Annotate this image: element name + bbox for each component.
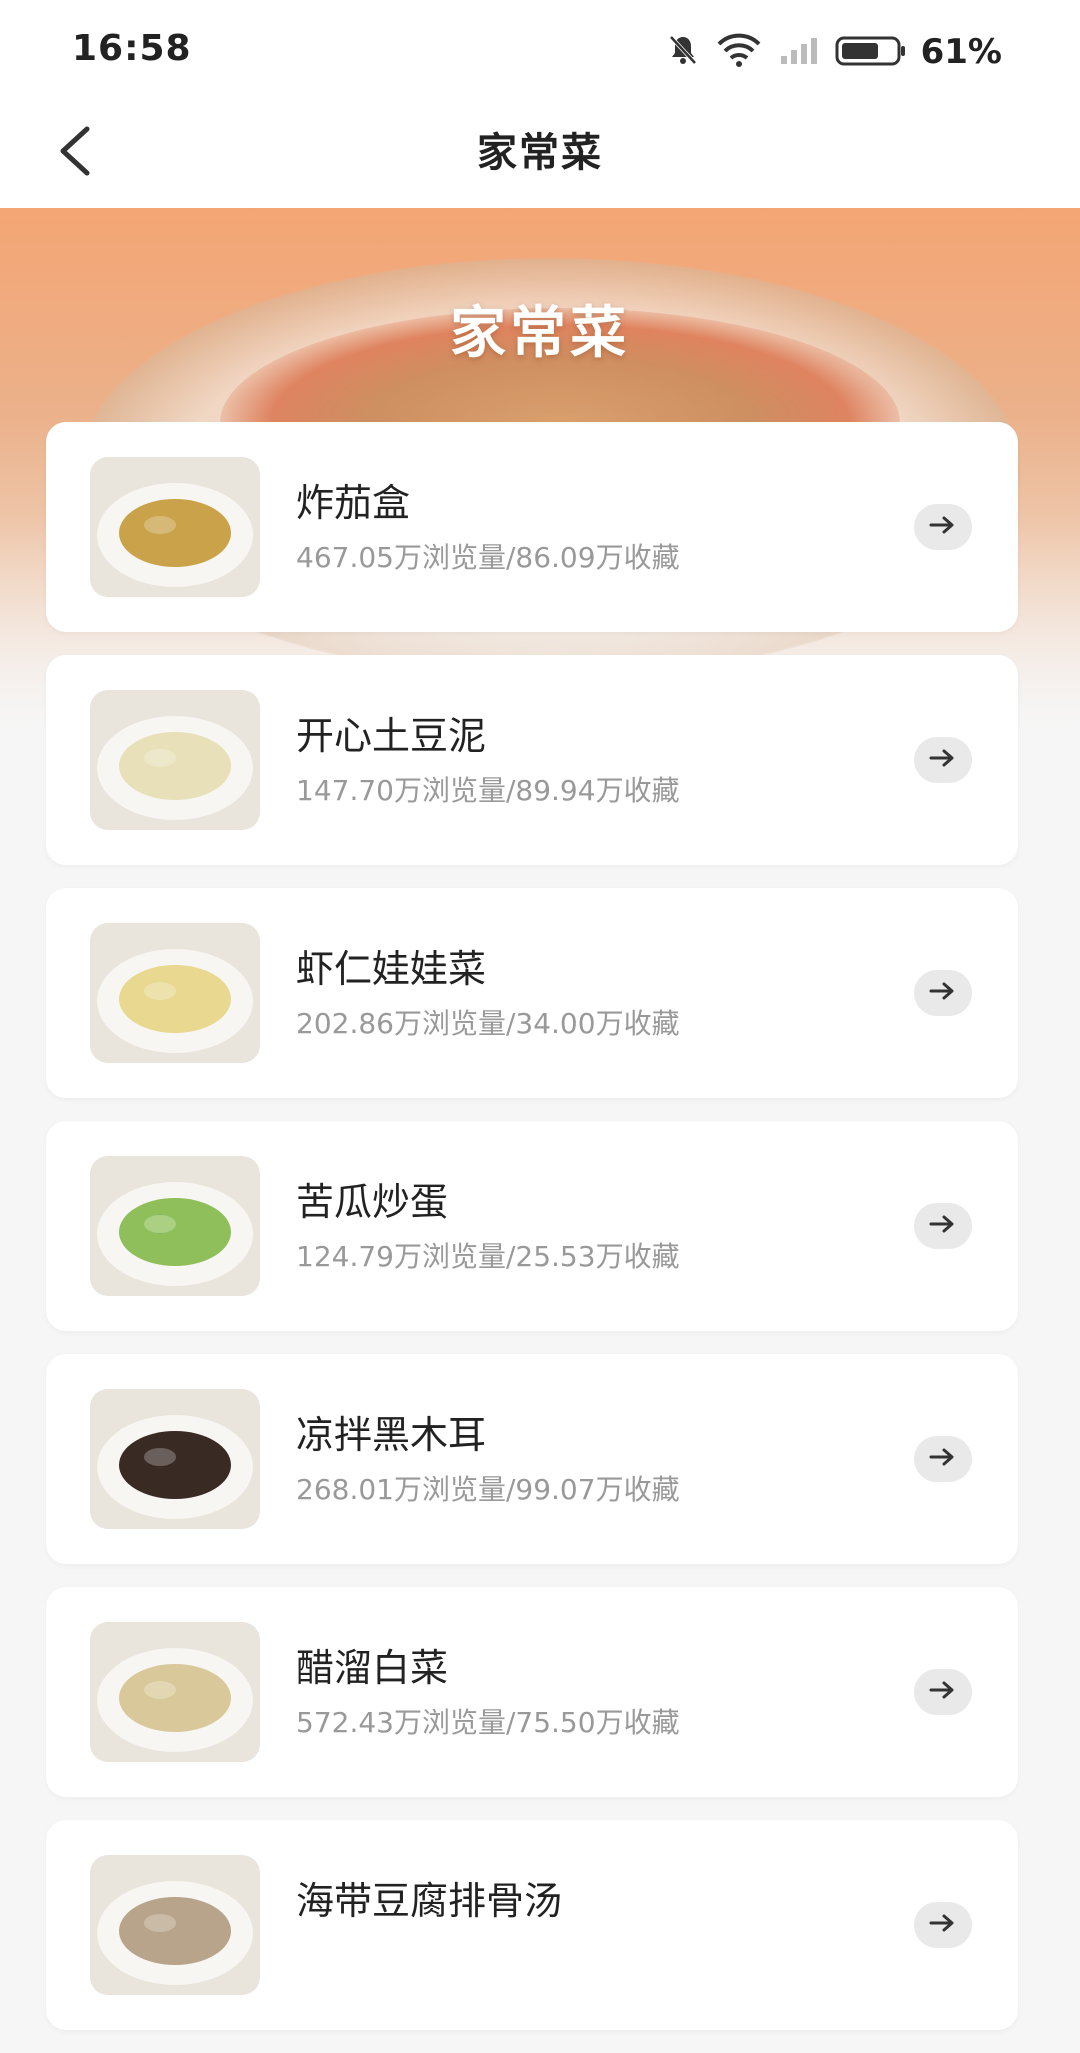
dish-card[interactable]: 开心土豆泥 147.70万浏览量/89.94万收藏: [46, 655, 1018, 865]
dish-stats: 467.05万浏览量/86.09万收藏: [296, 541, 680, 574]
dish-name: 炸茄盒: [296, 481, 411, 525]
go-button[interactable]: [914, 1436, 972, 1482]
status-bar: 16:58 61%: [0, 0, 1080, 100]
go-button[interactable]: [914, 1203, 972, 1249]
status-icons: 61%: [665, 32, 1002, 72]
dish-name: 虾仁娃娃菜: [296, 947, 487, 991]
go-button[interactable]: [914, 1669, 972, 1715]
dish-card[interactable]: 炸茄盒 467.05万浏览量/86.09万收藏: [46, 422, 1018, 632]
arrow-right-icon: [929, 981, 957, 1005]
wifi-icon: [715, 32, 763, 72]
dish-list: 炸茄盒 467.05万浏览量/86.09万收藏 开心土豆泥 147.70万浏览量…: [46, 422, 1018, 2053]
dish-card[interactable]: 凉拌黑木耳 268.01万浏览量/99.07万收藏: [46, 1354, 1018, 1564]
top-nav-bar: 家常菜: [0, 100, 1080, 210]
dish-stats: 572.43万浏览量/75.50万收藏: [296, 1706, 680, 1739]
dish-thumbnail: [90, 1389, 260, 1529]
arrow-right-icon: [929, 1214, 957, 1238]
battery-icon: [835, 32, 907, 72]
dish-name: 海带豆腐排骨汤: [296, 1879, 563, 1923]
arrow-right-icon: [929, 1913, 957, 1937]
dish-thumbnail: [90, 923, 260, 1063]
dish-thumbnail: [90, 1855, 260, 1995]
go-button[interactable]: [914, 737, 972, 783]
dish-stats: 147.70万浏览量/89.94万收藏: [296, 774, 680, 807]
dish-name: 凉拌黑木耳: [296, 1413, 487, 1457]
dish-stats: 202.86万浏览量/34.00万收藏: [296, 1007, 680, 1040]
dish-card[interactable]: 醋溜白菜 572.43万浏览量/75.50万收藏: [46, 1587, 1018, 1797]
signal-icon: [777, 32, 821, 72]
dish-stats: 124.79万浏览量/25.53万收藏: [296, 1240, 680, 1273]
dish-thumbnail: [90, 690, 260, 830]
dish-name: 开心土豆泥: [296, 714, 487, 758]
dish-thumbnail: [90, 1156, 260, 1296]
status-time: 16:58: [72, 28, 192, 69]
dish-name: 醋溜白菜: [296, 1646, 449, 1690]
dish-card[interactable]: 海带豆腐排骨汤: [46, 1820, 1018, 2030]
banner-title: 家常菜: [450, 301, 630, 366]
go-button[interactable]: [914, 970, 972, 1016]
dish-card[interactable]: 虾仁娃娃菜 202.86万浏览量/34.00万收藏: [46, 888, 1018, 1098]
arrow-right-icon: [929, 1680, 957, 1704]
page-title: 家常菜: [477, 130, 603, 176]
dish-card[interactable]: 苦瓜炒蛋 124.79万浏览量/25.53万收藏: [46, 1121, 1018, 1331]
battery-level: 61%: [920, 32, 1002, 72]
dish-name: 苦瓜炒蛋: [296, 1180, 449, 1224]
bell-off-icon: [665, 32, 701, 72]
go-button[interactable]: [914, 504, 972, 550]
arrow-right-icon: [929, 748, 957, 772]
dish-stats: 268.01万浏览量/99.07万收藏: [296, 1473, 680, 1506]
go-button[interactable]: [914, 1902, 972, 1948]
arrow-right-icon: [929, 1447, 957, 1471]
dish-thumbnail: [90, 457, 260, 597]
dish-thumbnail: [90, 1622, 260, 1762]
arrow-right-icon: [929, 515, 957, 539]
